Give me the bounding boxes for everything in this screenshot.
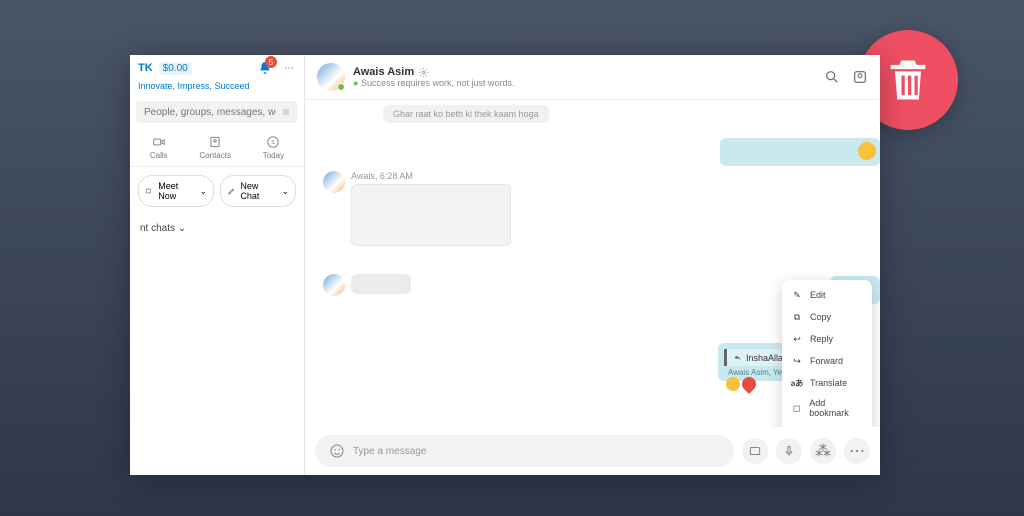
bookmark-icon: ◻ xyxy=(790,401,803,415)
search-icon[interactable] xyxy=(824,69,840,85)
contacts-icon xyxy=(208,135,222,149)
msg-bubble-small xyxy=(351,274,411,294)
tab-contacts[interactable]: Contacts xyxy=(199,135,231,160)
message-context-menu: ✎Edit ⧉Copy ↩Reply ↪Forward aあTranslate … xyxy=(782,280,872,427)
extras-button[interactable]: ⁂ xyxy=(810,438,836,464)
chevron-down-icon: ⌄ xyxy=(281,186,289,197)
reaction-emoji[interactable] xyxy=(726,377,740,391)
left-sidebar: TK $0.00 5 ⋯ Innovate, Impress, Succeed … xyxy=(130,55,305,475)
nav-tabs: Calls Contacts S Today xyxy=(130,127,304,167)
menu-reply[interactable]: ↩Reply xyxy=(782,328,872,350)
msg-avatar xyxy=(323,274,345,296)
msg-bubble xyxy=(351,184,511,246)
presence-dot xyxy=(337,83,345,91)
card-icon xyxy=(748,444,762,458)
svg-text:S: S xyxy=(272,140,276,146)
chat-header: Awais Asim ● Success requires work, not … xyxy=(305,55,880,100)
reply-icon: ↩ xyxy=(790,332,804,346)
notification-bell[interactable]: 5 xyxy=(258,61,272,75)
settings-gear-icon xyxy=(418,67,429,78)
skype-window: TK $0.00 5 ⋯ Innovate, Impress, Succeed … xyxy=(130,55,880,475)
compose-placeholder: Type a message xyxy=(353,446,426,457)
notification-count: 5 xyxy=(265,56,277,68)
meet-now-button[interactable]: Meet Now ⌄ xyxy=(138,175,214,207)
attach-contact-button[interactable] xyxy=(742,438,768,464)
balance-chip[interactable]: $0.00 xyxy=(159,62,192,75)
compose-input[interactable]: Type a message xyxy=(315,435,734,467)
profile-initials[interactable]: TK xyxy=(138,62,153,74)
contact-status: Success requires work, not just words. xyxy=(361,78,515,88)
chevron-down-icon: ⌄ xyxy=(199,186,207,197)
message-composer: Type a message ⁂ ⋯ xyxy=(305,427,880,475)
copy-icon: ⧉ xyxy=(790,310,804,324)
heart-icon[interactable] xyxy=(739,374,759,394)
voice-message-button[interactable] xyxy=(776,438,802,464)
camera-icon xyxy=(145,186,154,196)
trash-icon xyxy=(882,54,934,106)
sparkle-icon: ⁂ xyxy=(815,441,831,461)
translate-icon: aあ xyxy=(790,376,804,390)
action-row: Meet Now ⌄ New Chat ⌄ xyxy=(130,167,304,215)
dialpad-icon[interactable] xyxy=(282,106,290,118)
emoji-picker-icon[interactable] xyxy=(329,443,345,459)
microphone-icon xyxy=(782,444,796,458)
chevron-down-icon: ⌄ xyxy=(178,223,186,234)
search-input[interactable] xyxy=(144,107,276,118)
chat-body: Ghar raat ko beth ki thek kaam hoga Awai… xyxy=(305,100,880,427)
contact-name[interactable]: Awais Asim xyxy=(353,66,414,78)
contact-avatar[interactable] xyxy=(317,63,345,91)
msg-timestamp: Awais, 6:28 AM xyxy=(351,171,511,181)
menu-bookmark[interactable]: ◻Add bookmark xyxy=(782,394,872,422)
chat-pane: Awais Asim ● Success requires work, not … xyxy=(305,55,880,475)
emoji-reaction xyxy=(858,142,876,160)
search-bar[interactable] xyxy=(136,101,298,123)
profile-bar: TK $0.00 5 ⋯ xyxy=(130,55,304,81)
received-message[interactable]: Awais, 6:28 AM xyxy=(323,171,868,246)
menu-copy[interactable]: ⧉Copy xyxy=(782,306,872,328)
forward-icon: ↪ xyxy=(790,354,804,368)
tab-calls[interactable]: Calls xyxy=(150,135,168,160)
more-icon: ⋯ xyxy=(849,441,865,461)
gallery-icon[interactable] xyxy=(852,69,868,85)
sent-message[interactable] xyxy=(720,138,880,166)
older-message: Ghar raat ko beth ki thek kaam hoga xyxy=(383,105,549,123)
new-chat-button[interactable]: New Chat ⌄ xyxy=(220,175,296,207)
skype-icon: S xyxy=(266,135,280,149)
menu-translate[interactable]: aあTranslate xyxy=(782,372,872,394)
menu-select[interactable]: ☑Select Messages xyxy=(782,422,872,427)
tab-today[interactable]: S Today xyxy=(263,135,284,160)
pencil-icon: ✎ xyxy=(790,288,804,302)
more-options-button[interactable]: ⋯ xyxy=(844,438,870,464)
reply-arrow-icon xyxy=(733,353,742,362)
menu-forward[interactable]: ↪Forward xyxy=(782,350,872,372)
compose-icon xyxy=(227,186,236,196)
menu-edit[interactable]: ✎Edit xyxy=(782,284,872,306)
video-icon xyxy=(152,135,166,149)
msg-avatar xyxy=(323,171,345,193)
profile-tagline: Innovate, Impress, Succeed xyxy=(130,81,304,97)
recent-chats-header[interactable]: nt chats ⌄ xyxy=(130,215,304,242)
more-icon[interactable]: ⋯ xyxy=(282,61,296,75)
